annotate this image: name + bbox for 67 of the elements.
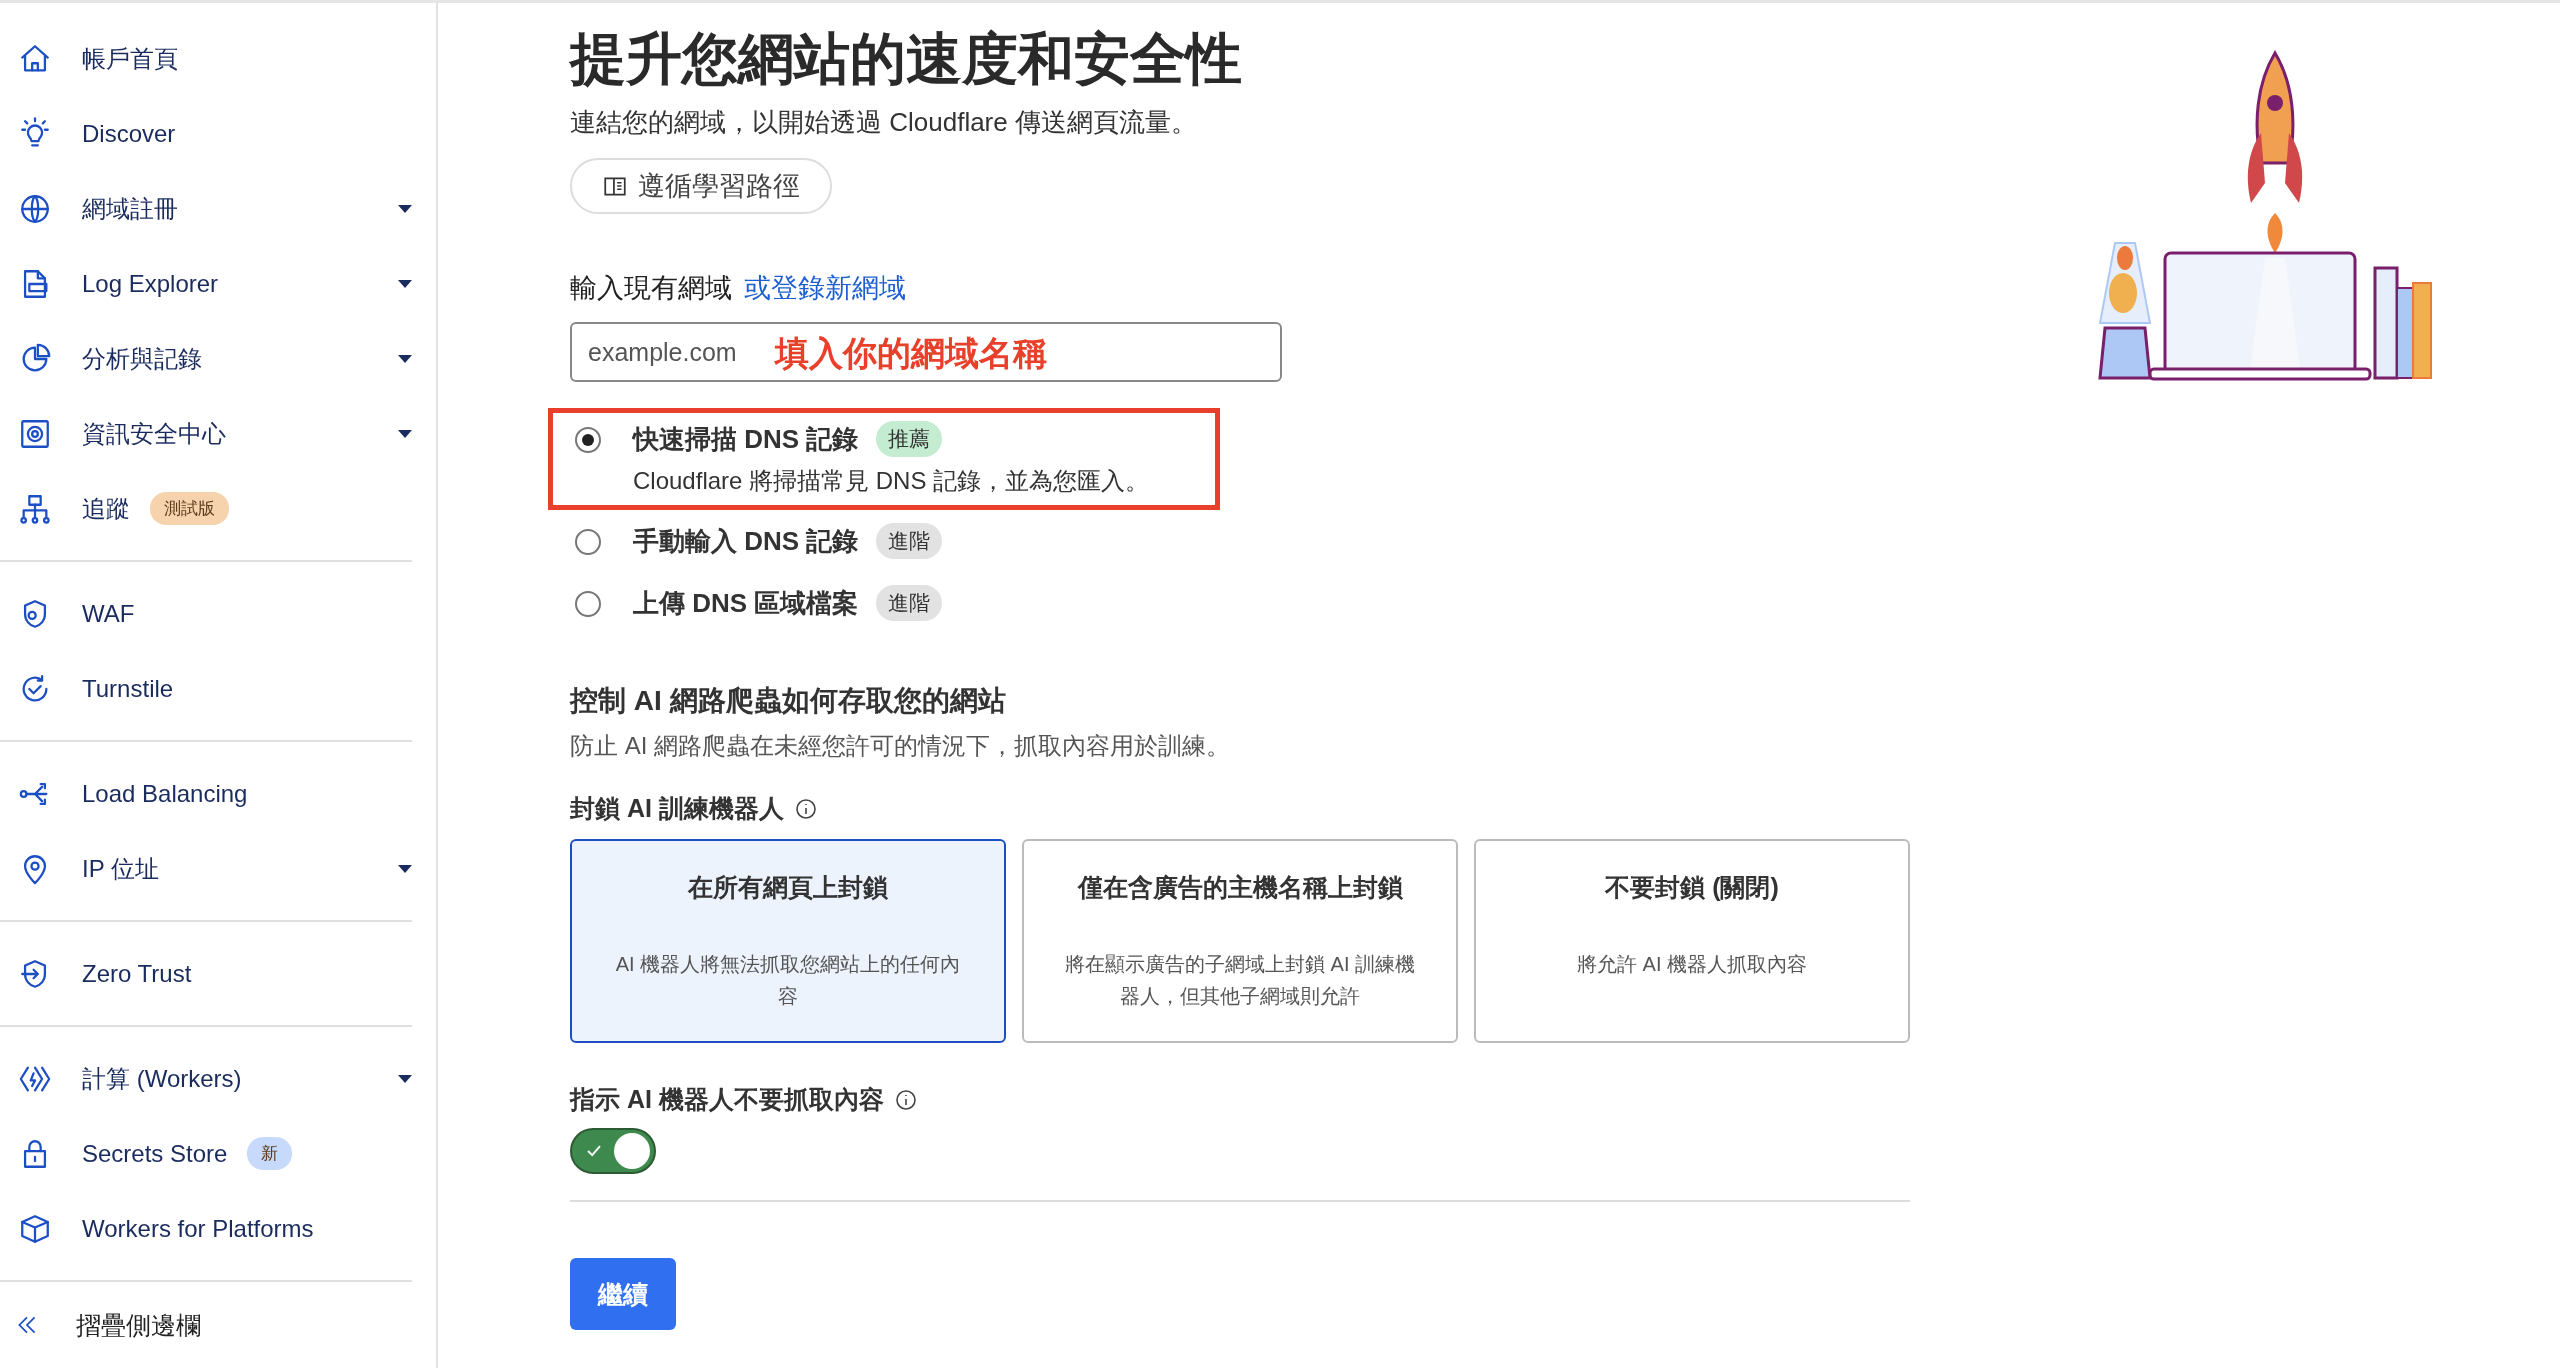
choice-card[interactable]: 不要封鎖 (關閉) 將允許 AI 機器人抓取內容 <box>1474 839 1910 1043</box>
section-heading: 控制 AI 網路爬蟲如何存取您的網站 <box>570 684 1007 718</box>
sidebar-item-label: 網域註冊 <box>82 193 178 224</box>
sidebar-item[interactable]: Load Balancing <box>0 756 412 831</box>
info-icon <box>793 796 818 821</box>
annotation-text: 填入你的網域名稱 <box>775 333 1047 374</box>
sidebar-item-label: Workers for Platforms <box>82 1214 314 1243</box>
sidebar-item-label: 計算 (Workers) <box>82 1063 242 1094</box>
sidebar-item[interactable]: Log Explorer <box>0 246 412 321</box>
choice-card[interactable]: 在所有網頁上封鎖 AI 機器人將無法抓取您網站上的任何內容 <box>570 839 1006 1043</box>
block-bots-label: 封鎖 AI 訓練機器人 <box>570 793 784 824</box>
sidebar-item[interactable]: 資訊安全中心 <box>0 396 412 471</box>
instruct-bots-label: 指示 AI 機器人不要抓取內容 <box>570 1084 884 1115</box>
check-icon <box>586 1145 602 1157</box>
choice-card[interactable]: 僅在含廣告的主機名稱上封鎖 將在顯示廣告的子網域上封鎖 AI 訓練機器人，但其他子網域則允許 <box>1022 839 1458 1043</box>
sidebar-item-label: Log Explorer <box>82 269 219 298</box>
domain-label: 輸入現有網域 <box>570 272 732 305</box>
section-description: 防止 AI 網路爬蟲在未經您許可的情況下，抓取內容用於訓練。 <box>570 731 1231 761</box>
sidebar-item[interactable]: Secrets Store 新 <box>0 1116 412 1191</box>
sidebar-item[interactable]: Turnstile <box>0 651 412 726</box>
sidebar-item-label: IP 位址 <box>82 853 159 884</box>
radio-button[interactable] <box>575 529 601 555</box>
sidebar-item-label: Turnstile <box>82 674 174 703</box>
sidebar-item-label: 帳戶首頁 <box>82 43 178 74</box>
sidebar-badge: 新 <box>247 1137 293 1170</box>
sidebar-item[interactable]: 網域註冊 <box>0 171 412 246</box>
card-description: 將允許 AI 機器人抓取內容 <box>1577 952 1807 977</box>
radio-option[interactable]: 快速掃描 DNS 記錄 推薦 Cloudflare 將掃描常見 DNS 記錄，並為您匯入。 <box>575 421 1215 497</box>
card-title: 在所有網頁上封鎖 <box>688 872 888 903</box>
radio-option[interactable]: 上傳 DNS 區域檔案 進階 <box>575 585 1215 621</box>
page-subtitle: 連結您的網域，以開始透過 Cloudflare 傳送網頁流量。 <box>570 106 1198 139</box>
sidebar-item-label: Secrets Store <box>82 1139 228 1168</box>
sidebar-item[interactable]: 追蹤 測試版 <box>0 471 412 546</box>
toggle-switch[interactable] <box>570 1128 656 1174</box>
card-description: AI 機器人將無法抓取您網站上的任何內容 <box>614 952 962 1009</box>
register-domain-link[interactable]: 或登錄新網域 <box>744 270 906 306</box>
card-description: 將在顯示廣告的子網域上封鎖 AI 訓練機器人，但其他子網域則允許 <box>1064 952 1416 1009</box>
continue-button[interactable]: 繼續 <box>570 1258 676 1330</box>
page-title: 提升您網站的速度和安全性 <box>570 26 1243 92</box>
sidebar-item-label: 分析與記錄 <box>82 343 202 374</box>
sidebar-item-label: WAF <box>82 599 135 628</box>
sidebar-item[interactable]: Zero Trust <box>0 936 412 1011</box>
sidebar-item-label: Discover <box>82 119 176 148</box>
sidebar-item[interactable]: Discover <box>0 96 412 171</box>
option-description: Cloudflare 將掃描常見 DNS 記錄，並為您匯入。 <box>633 466 1150 496</box>
sidebar-item[interactable]: IP 位址 <box>0 831 412 906</box>
radio-option[interactable]: 手動輸入 DNS 記錄 進階 <box>575 523 1215 559</box>
sidebar-badge: 測試版 <box>150 492 229 525</box>
info-icon <box>893 1087 918 1112</box>
radio-button[interactable] <box>575 591 601 617</box>
sidebar-item-label: Load Balancing <box>82 779 248 808</box>
collapse-sidebar-button[interactable]: 摺疊側邊欄 <box>0 1282 436 1368</box>
sidebar-item[interactable]: 計算 (Workers) <box>0 1041 412 1116</box>
sidebar-item[interactable]: Workers for Platforms <box>0 1191 412 1266</box>
option-tag: 進階 <box>876 585 943 621</box>
card-title: 不要封鎖 (關閉) <box>1605 872 1779 903</box>
option-tag: 進階 <box>876 523 943 559</box>
sidebar-item[interactable]: WAF <box>0 576 412 651</box>
card-title: 僅在含廣告的主機名稱上封鎖 <box>1077 872 1403 903</box>
sidebar-item[interactable]: 分析與記錄 <box>0 321 412 396</box>
radio-button[interactable] <box>575 427 601 453</box>
learning-path-button[interactable]: 遵循學習路徑 <box>570 158 832 214</box>
option-tag: 推薦 <box>876 421 943 457</box>
sidebar-item-label: 追蹤 <box>82 493 130 524</box>
sidebar-item-label: 資訊安全中心 <box>82 418 226 449</box>
sidebar-item-label: Zero Trust <box>82 959 192 988</box>
sidebar-item[interactable]: 帳戶首頁 <box>0 21 412 96</box>
